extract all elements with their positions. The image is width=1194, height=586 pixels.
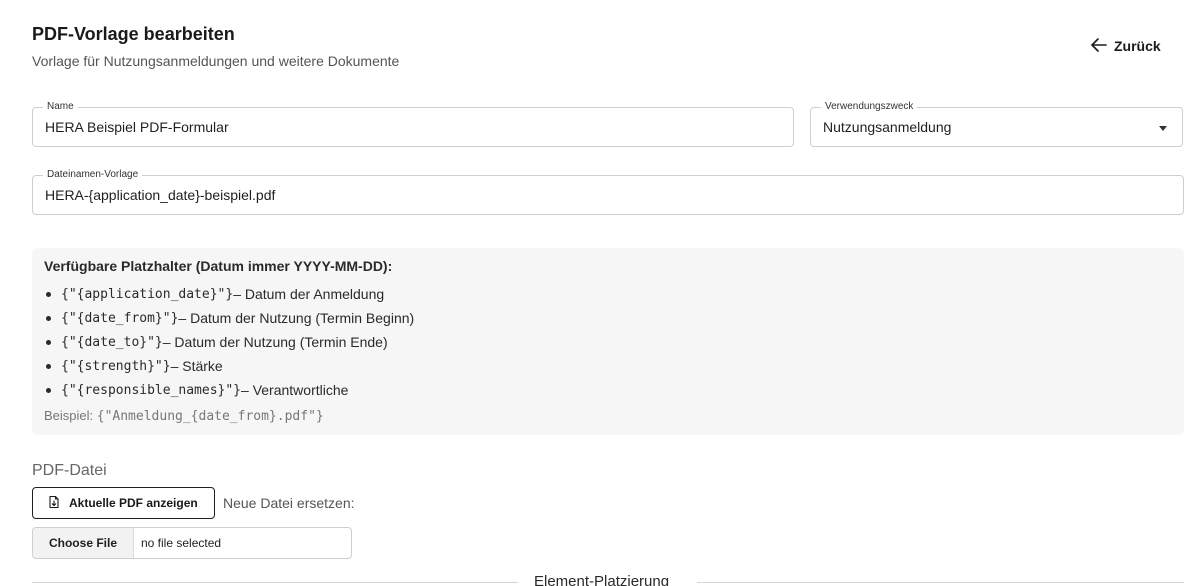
- filename-template-label: Dateinamen-Vorlage: [43, 169, 143, 181]
- list-item: {"{date_from}"} – Datum der Nutzung (Ter…: [44, 306, 414, 330]
- bullet-icon: [46, 339, 51, 345]
- example-label: Beispiel:: [44, 408, 97, 423]
- section-divider-left: [32, 582, 518, 583]
- placeholder-description: – Datum der Nutzung (Termin Ende): [162, 334, 388, 350]
- placeholder-code: {"{date_to}"}: [61, 334, 163, 350]
- file-upload-input[interactable]: Choose File no file selected: [32, 527, 352, 559]
- arrow-left-icon: [1090, 36, 1108, 57]
- name-field-label: Name: [43, 101, 78, 113]
- choose-file-button[interactable]: Choose File: [33, 528, 134, 558]
- back-button[interactable]: Zurück: [1090, 35, 1161, 57]
- bullet-icon: [46, 291, 51, 297]
- bullet-icon: [46, 363, 51, 369]
- placeholder-code: {"{responsible_names}"}: [61, 382, 242, 398]
- filename-template-value: HERA-{application_date}-beispiel.pdf: [45, 187, 276, 203]
- placeholders-title: Verfügbare Platzhalter (Datum immer YYYY…: [44, 258, 393, 274]
- purpose-select-label: Verwendungszweck: [821, 101, 918, 113]
- placeholder-code: {"{strength}"}: [61, 358, 171, 374]
- page-title: PDF-Vorlage bearbeiten: [32, 24, 235, 44]
- bullet-icon: [46, 315, 51, 321]
- list-item: {"{strength}"} – Stärke: [44, 354, 414, 378]
- list-item: {"{application_date}"} – Datum der Anmel…: [44, 282, 414, 306]
- page-subtitle: Vorlage für Nutzungsanmeldungen und weit…: [32, 53, 400, 69]
- bullet-icon: [46, 387, 51, 393]
- name-field-value: HERA Beispiel PDF-Formular: [45, 119, 229, 135]
- list-item: {"{date_to}"} – Datum der Nutzung (Termi…: [44, 330, 414, 354]
- placeholder-code: {"{date_from}"}: [61, 310, 179, 326]
- selected-file-name: no file selected: [141, 536, 222, 550]
- placeholder-list: {"{application_date}"} – Datum der Anmel…: [44, 282, 414, 402]
- name-field[interactable]: Name HERA Beispiel PDF-Formular: [32, 101, 794, 147]
- list-item: {"{responsible_names}"} – Verantwortlich…: [44, 378, 414, 402]
- placeholder-description: – Stärke: [170, 358, 223, 374]
- purpose-select-value: Nutzungsanmeldung: [823, 119, 952, 135]
- placeholders-info-box: Verfügbare Platzhalter (Datum immer YYYY…: [32, 248, 1184, 435]
- placeholder-description: – Verantwortliche: [241, 382, 349, 398]
- edit-pdf-template-page: PDF-Vorlage bearbeiten Vorlage für Nutzu…: [0, 0, 1194, 586]
- placeholder-code: {"{application_date}"}: [61, 286, 234, 302]
- pdf-section-label: PDF-Datei: [32, 462, 107, 479]
- dropdown-caret-icon: [1159, 126, 1167, 131]
- file-pdf-icon: [47, 495, 61, 512]
- element-placement-heading: Element-Platzierung: [534, 573, 670, 586]
- show-current-pdf-button[interactable]: Aktuelle PDF anzeigen: [32, 487, 215, 519]
- purpose-select[interactable]: Verwendungszweck Nutzungsanmeldung: [810, 101, 1183, 147]
- placeholder-example: Beispiel: {"Anmeldung_{date_from}.pdf"}: [44, 408, 324, 424]
- example-code: {"Anmeldung_{date_from}.pdf"}: [96, 409, 324, 424]
- replace-file-label: Neue Datei ersetzen:: [223, 495, 355, 511]
- filename-template-field[interactable]: Dateinamen-Vorlage HERA-{application_dat…: [32, 169, 1184, 215]
- back-label: Zurück: [1114, 38, 1161, 54]
- show-current-pdf-label: Aktuelle PDF anzeigen: [69, 496, 198, 510]
- placeholder-description: – Datum der Anmeldung: [233, 286, 385, 302]
- section-divider-right: [697, 582, 1184, 583]
- placeholder-description: – Datum der Nutzung (Termin Beginn): [178, 310, 415, 326]
